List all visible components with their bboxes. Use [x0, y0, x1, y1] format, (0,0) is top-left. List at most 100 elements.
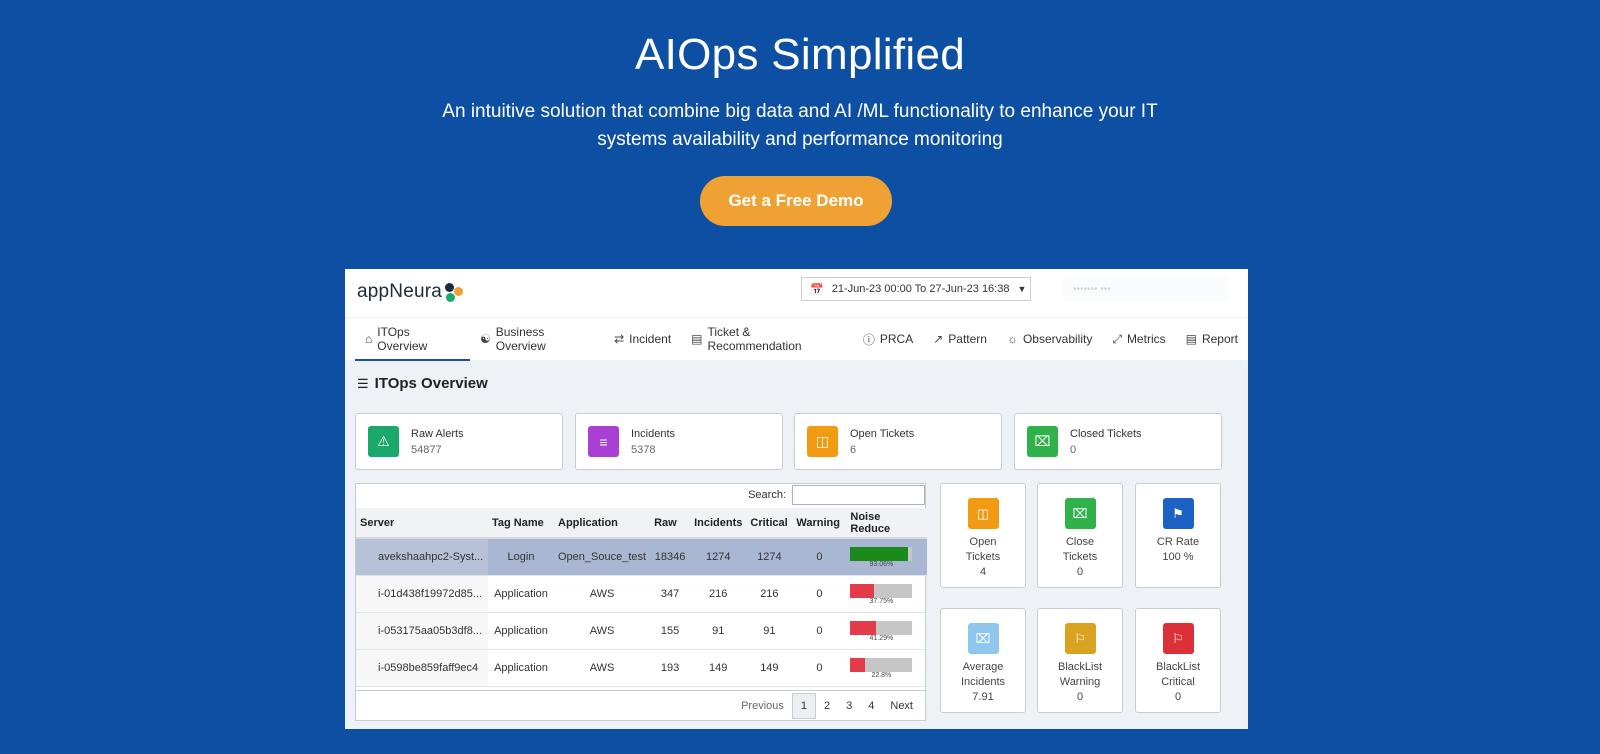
- card-value: 6: [850, 443, 857, 456]
- table-row[interactable]: i-01d438f19972d85... Application AWS 347…: [356, 575, 927, 613]
- cell-server: i-01d438f19972d85...: [356, 575, 488, 613]
- pager-page-1[interactable]: 1: [791, 692, 816, 719]
- tab-label: Report: [1201, 332, 1238, 346]
- mini-open-tickets[interactable]: ◫ Open Tickets 4: [940, 483, 1026, 588]
- cell-noise-reduce: 22.8%: [846, 649, 927, 687]
- search-input[interactable]: [792, 485, 925, 505]
- trend-up-icon: ↗: [933, 332, 944, 346]
- noise-reduce-pct: 22.8%: [871, 672, 892, 679]
- mini-label: Average: [962, 661, 1004, 673]
- home-icon: ⌂: [365, 332, 373, 346]
- cell-warning: 0: [792, 575, 847, 613]
- tab-incident[interactable]: ⇄ Incident: [604, 318, 681, 361]
- noise-reduce-bar: [850, 658, 913, 672]
- cell-app: Open_Souce_test: [554, 538, 651, 576]
- card-label: Closed Tickets: [1070, 427, 1142, 440]
- handshake-icon: ☯: [479, 332, 491, 346]
- tab-ticket-recommendation[interactable]: ▤ Ticket & Recommendation: [681, 318, 853, 361]
- col-tag-name[interactable]: Tag Name: [488, 508, 554, 539]
- pager-page-4[interactable]: 4: [860, 693, 882, 719]
- app-topbar: appNeura 📅 21-Jun-23 00:00 To 27-Jun-23 …: [345, 269, 1248, 317]
- noise-reduce-fill: [850, 584, 874, 598]
- get-free-demo-button[interactable]: Get a Free Demo: [700, 176, 892, 226]
- cell-incidents: 216: [690, 575, 747, 613]
- date-range-picker[interactable]: 📅 21-Jun-23 00:00 To 27-Jun-23 16:38 ▼: [801, 277, 1031, 301]
- bookmark-icon: ⚑: [1162, 498, 1194, 529]
- card-incidents[interactable]: ≡ Incidents 5378: [575, 413, 783, 470]
- card-label: Raw Alerts: [411, 427, 464, 440]
- cell-server: i-0598be859faff9ec4: [356, 649, 488, 687]
- cell-critical: 1274: [746, 538, 793, 576]
- user-menu[interactable]: ••••••• •••: [1063, 277, 1228, 301]
- table-row[interactable]: i-053175aa05b3df8... Application AWS 155…: [356, 612, 927, 650]
- pager-next[interactable]: Next: [882, 693, 921, 719]
- mini-label-2: Warning: [1059, 676, 1101, 688]
- card-closed-tickets[interactable]: ⌧ Closed Tickets 0: [1014, 413, 1222, 470]
- cell-incidents: 149: [690, 649, 747, 687]
- tab-label: Incident: [629, 332, 672, 346]
- mini-label: BlackList: [1057, 661, 1103, 673]
- pager-previous[interactable]: Previous: [733, 693, 792, 719]
- noise-reduce-fill: [850, 547, 909, 562]
- mini-blacklist-warning[interactable]: ⚐ BlackList Warning 0: [1037, 608, 1123, 713]
- tab-itops-overview[interactable]: ⌂ ITOps Overview: [355, 318, 470, 361]
- table-row[interactable]: i-0598be859faff9ec4 Application AWS 193 …: [356, 649, 927, 687]
- pager-page-3[interactable]: 3: [838, 693, 860, 719]
- warning-icon: ⚠: [368, 426, 399, 457]
- tab-label: PRCA: [879, 332, 914, 346]
- pager-page-2[interactable]: 2: [816, 693, 838, 719]
- info-circle-icon: ⓘ: [862, 332, 875, 347]
- tab-label: Metrics: [1126, 332, 1166, 346]
- mini-label: CR Rate: [1156, 536, 1200, 548]
- cell-warning: 0: [792, 649, 847, 687]
- mini-label: BlackList: [1155, 661, 1201, 673]
- cell-critical: 149: [746, 649, 793, 687]
- hero-subtitle: An intuitive solution that combine big d…: [442, 101, 1158, 150]
- tab-metrics[interactable]: ⤢ Metrics: [1102, 318, 1175, 361]
- tab-label: Observability: [1022, 332, 1093, 346]
- shuffle-icon: ⇄: [614, 332, 625, 346]
- date-range-value: 21-Jun-23 00:00 To 27-Jun-23 16:38: [831, 283, 1010, 295]
- mini-close-tickets[interactable]: ⌧ Close Tickets 0: [1037, 483, 1123, 588]
- cell-app: AWS: [554, 649, 651, 687]
- tab-observability[interactable]: ☼ Observability: [997, 318, 1102, 361]
- card-raw-alerts[interactable]: ⚠ Raw Alerts 54877: [355, 413, 563, 470]
- cell-critical: 216: [746, 575, 793, 613]
- col-application[interactable]: Application: [554, 508, 651, 539]
- mini-value: 0: [1174, 691, 1182, 703]
- table-search: Search:: [748, 484, 925, 506]
- table-header-row: Server Tag Name Application Raw Incident…: [356, 508, 927, 539]
- table-row[interactable]: avekshaahpc2-Syst... Login Open_Souce_te…: [356, 538, 927, 576]
- cell-incidents: 1274: [690, 538, 747, 576]
- cell-tag: Login: [488, 538, 554, 576]
- col-server[interactable]: Server: [356, 508, 488, 539]
- cell-app: AWS: [554, 612, 651, 650]
- cell-warning: 0: [792, 538, 847, 576]
- tab-business-overview[interactable]: ☯ Business Overview: [470, 318, 604, 361]
- caret-down-icon: ▼: [1017, 284, 1027, 294]
- tab-pattern[interactable]: ↗ Pattern: [923, 318, 997, 361]
- app-logo[interactable]: appNeura: [357, 281, 465, 303]
- card-open-tickets[interactable]: ◫ Open Tickets 6: [794, 413, 1002, 470]
- col-warning[interactable]: Warning: [792, 508, 847, 539]
- bug-icon: ☼: [1006, 332, 1018, 346]
- search-label: Search:: [748, 489, 786, 501]
- cell-raw: 347: [650, 575, 691, 613]
- mini-average-incidents[interactable]: ⌧ Average Incidents 7.91: [940, 608, 1026, 713]
- tab-label: Business Overview: [495, 325, 546, 353]
- tab-prca[interactable]: ⓘ PRCA: [853, 318, 923, 361]
- list-icon: ☰: [357, 375, 369, 391]
- card-label: Open Tickets: [850, 427, 915, 440]
- tab-report[interactable]: ▤ Report: [1176, 318, 1248, 361]
- cell-app: AWS: [554, 575, 651, 613]
- mini-blacklist-critical[interactable]: ⚐ BlackList Critical 0: [1135, 608, 1221, 713]
- col-incidents[interactable]: Incidents: [690, 508, 747, 539]
- mini-cr-rate[interactable]: ⚑ CR Rate 100 %: [1135, 483, 1221, 588]
- list-icon: ≡: [588, 426, 619, 457]
- col-noise-reduce[interactable]: Noise Reduce: [846, 508, 927, 539]
- tab-label: ITOps Overview: [377, 325, 428, 353]
- col-raw[interactable]: Raw: [650, 508, 691, 539]
- cell-tag: Application: [488, 612, 554, 650]
- mini-label: Open: [969, 536, 997, 548]
- col-critical[interactable]: Critical: [746, 508, 793, 539]
